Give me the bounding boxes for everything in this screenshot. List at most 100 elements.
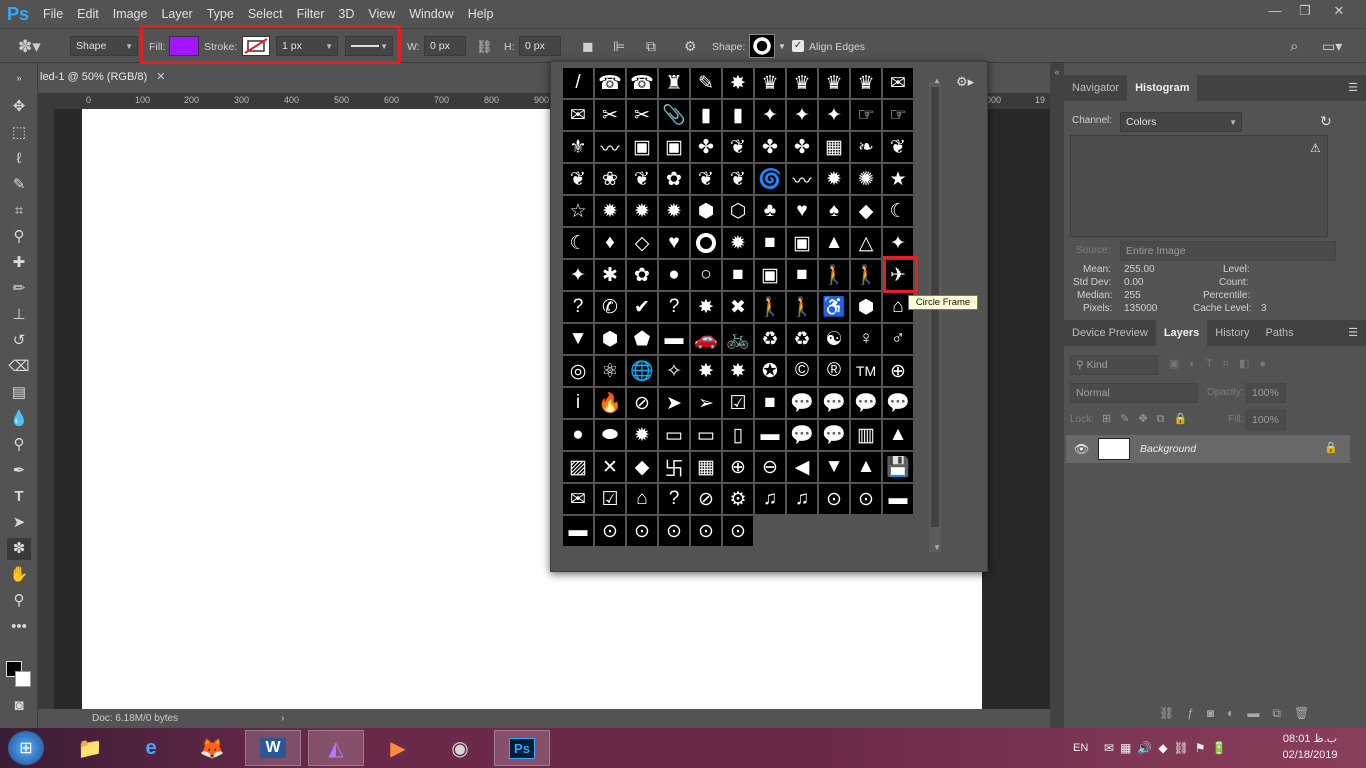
shape-cell[interactable]: ⚜ [563, 132, 593, 162]
channel-dropdown[interactable]: Colors ▼ [1120, 112, 1242, 132]
shape-cell[interactable]: ▦ [691, 452, 721, 482]
tab-history[interactable]: History [1207, 320, 1257, 346]
shape-cell[interactable]: ▣ [627, 132, 657, 162]
shape-cell[interactable]: ⊖ [755, 452, 785, 482]
quick-mask-icon[interactable]: ◙ [7, 695, 31, 717]
shape-cell[interactable]: ⬟ [627, 324, 657, 354]
language-indicator[interactable]: EN [1073, 728, 1088, 768]
history-brush-tool-icon[interactable]: ↺ [7, 330, 31, 352]
shape-cell[interactable]: ✸ [691, 292, 721, 322]
shape-cell[interactable]: ▮ [691, 100, 721, 130]
shape-cell[interactable]: ✹ [627, 196, 657, 226]
layer-filter-icons[interactable]: ▣◐T⌗◧● [1169, 357, 1276, 371]
shape-cell[interactable]: ☆ [563, 196, 593, 226]
shape-cell[interactable]: ♿ [819, 292, 849, 322]
menu-image[interactable]: Image [106, 0, 155, 28]
shape-cell[interactable]: ■ [787, 260, 817, 290]
menu-view[interactable]: View [361, 0, 402, 28]
shape-cell[interactable]: TM [851, 356, 881, 386]
shape-cell[interactable]: ✉ [883, 68, 913, 98]
gear-icon[interactable]: ⚙▸ [956, 74, 974, 90]
shape-cell[interactable]: ? [563, 292, 593, 322]
shape-cell[interactable]: ▣ [755, 260, 785, 290]
tab-device-preview[interactable]: Device Preview [1064, 320, 1156, 346]
path-alignment-icon[interactable]: ⊫ [613, 29, 625, 64]
shape-cell[interactable]: ⊘ [691, 484, 721, 514]
path-arrangement-icon[interactable]: ⧉ [646, 29, 656, 64]
shape-cell[interactable]: ✦ [787, 100, 817, 130]
shape-cell[interactable]: ✤ [755, 132, 785, 162]
shape-cell[interactable]: ➤ [659, 388, 689, 418]
shape-cell[interactable]: ★ [883, 164, 913, 194]
layer-name[interactable]: Background [1140, 443, 1196, 455]
chevron-down-icon[interactable]: ▼ [778, 29, 786, 64]
shape-cell[interactable]: ▦ [819, 132, 849, 162]
shape-cell[interactable]: ▬ [563, 516, 593, 546]
shape-cell[interactable]: ▮ [723, 100, 753, 130]
firefox-icon[interactable]: 🦊 [184, 730, 240, 766]
shape-cell[interactable]: 💬 [819, 420, 849, 450]
shape-cell[interactable]: ♻ [787, 324, 817, 354]
shape-cell[interactable]: 💾 [883, 452, 913, 482]
custom-shape-tool-icon[interactable]: ✽ [7, 538, 31, 560]
shape-cell[interactable]: ➢ [691, 388, 721, 418]
shape-cell[interactable]: ■ [723, 260, 753, 290]
healing-brush-tool-icon[interactable]: ✚ [7, 252, 31, 274]
shape-cell[interactable]: ⌂ [627, 484, 657, 514]
shape-cell[interactable]: ✤ [691, 132, 721, 162]
shape-cell[interactable]: ✆ [595, 292, 625, 322]
shape-cell[interactable]: 卐 [659, 452, 689, 482]
panel-menu-icon[interactable]: ☰ [1348, 320, 1358, 346]
shape-cell[interactable]: ✦ [563, 260, 593, 290]
shape-cell[interactable]: ▲ [819, 228, 849, 258]
shape-cell[interactable]: ♥ [659, 228, 689, 258]
shape-cell[interactable]: 💬 [883, 388, 913, 418]
shape-cell[interactable]: 📎 [659, 100, 689, 130]
shape-cell[interactable]: ♫ [787, 484, 817, 514]
tab-paths[interactable]: Paths [1258, 320, 1302, 346]
media-player-icon[interactable]: ▶ [370, 730, 426, 766]
shape-cell[interactable]: ♫ [755, 484, 785, 514]
shape-cell[interactable]: ☎ [627, 68, 657, 98]
shape-cell[interactable]: ✦ [819, 100, 849, 130]
shape-cell[interactable]: ◇ [627, 228, 657, 258]
shape-cell[interactable]: ⚙ [723, 484, 753, 514]
shape-cell[interactable]: ✕ [595, 452, 625, 482]
shape-cell[interactable]: ❦ [627, 164, 657, 194]
shape-cell[interactable]: ❦ [723, 164, 753, 194]
shape-cell[interactable]: ☑ [595, 484, 625, 514]
shape-cell[interactable]: ⊙ [627, 516, 657, 546]
shape-cell[interactable]: ✹ [819, 164, 849, 194]
system-tray-icons[interactable]: ✉▦🔊◆⛓⚑🔋 [1104, 728, 1233, 768]
path-selection-tool-icon[interactable]: ➤ [7, 512, 31, 534]
shape-cell[interactable]: ✤ [787, 132, 817, 162]
shape-cell[interactable]: ✧ [659, 356, 689, 386]
height-field[interactable]: 0 px [519, 36, 561, 56]
shape-preview-button[interactable] [749, 34, 775, 58]
shape-cell[interactable]: ■ [755, 228, 785, 258]
shape-cell[interactable]: ✪ [755, 356, 785, 386]
shape-cell[interactable]: ▬ [755, 420, 785, 450]
shape-cell[interactable]: ✔ [627, 292, 657, 322]
refresh-icon[interactable]: ↻ [1320, 113, 1332, 130]
brush-tool-icon[interactable]: ✏ [7, 278, 31, 300]
shape-cell[interactable]: 🚗 [691, 324, 721, 354]
shape-cell[interactable]: ✖ [723, 292, 753, 322]
menu-3d[interactable]: 3D [331, 0, 361, 28]
shape-cell[interactable]: ♠ [819, 196, 849, 226]
menu-window[interactable]: Window [402, 0, 460, 28]
shape-cell[interactable]: 🚶 [755, 292, 785, 322]
shape-cell[interactable]: ⊘ [627, 388, 657, 418]
workspace-icon[interactable]: ▭▾ [1322, 29, 1342, 64]
shape-cell[interactable]: ⊙ [691, 516, 721, 546]
shape-cell[interactable]: ✹ [659, 196, 689, 226]
move-tool-icon[interactable]: ✥ [7, 96, 31, 118]
eyedropper-tool-icon[interactable]: ⚲ [7, 226, 31, 248]
shape-cell[interactable]: ✂ [627, 100, 657, 130]
shape-cell[interactable]: 🚶 [819, 260, 849, 290]
shape-cell[interactable]: ⬢ [595, 324, 625, 354]
shape-cell[interactable]: ▬ [883, 484, 913, 514]
shape-cell[interactable]: ⬢ [851, 292, 881, 322]
hand-tool-icon[interactable]: ✋ [7, 564, 31, 586]
shape-cell[interactable]: ♛ [851, 68, 881, 98]
